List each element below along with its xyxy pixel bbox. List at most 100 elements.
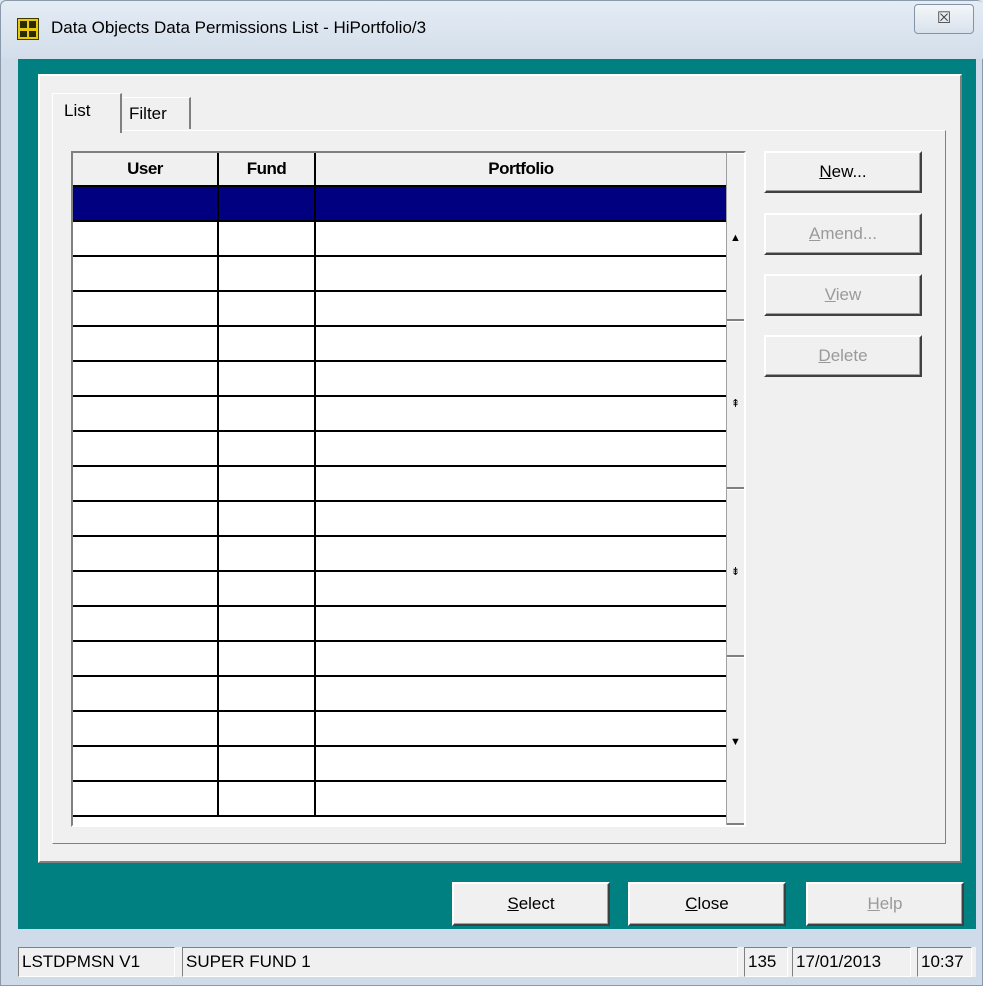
cell-fund[interactable] <box>219 747 316 780</box>
cell-user[interactable] <box>73 747 219 780</box>
title-bar[interactable]: Data Objects Data Permissions List - HiP… <box>1 1 983 59</box>
cell-user[interactable] <box>73 257 219 290</box>
close-button-mnemonic: C <box>685 894 698 913</box>
select-button[interactable]: Select <box>452 882 610 926</box>
cell-user[interactable] <box>73 187 219 220</box>
permissions-grid[interactable]: User Fund Portfolio ▲ ⇞ ⇟ ▼ <box>71 151 746 827</box>
help-button[interactable]: Help <box>806 882 964 926</box>
cell-user[interactable] <box>73 712 219 745</box>
delete-button-label: elete <box>830 346 868 365</box>
cell-user[interactable] <box>73 467 219 500</box>
cell-fund[interactable] <box>219 327 316 360</box>
table-row[interactable] <box>73 782 726 817</box>
scroll-down-button[interactable]: ▼ <box>727 657 744 825</box>
table-row[interactable] <box>73 642 726 677</box>
cell-fund[interactable] <box>219 432 316 465</box>
table-row[interactable] <box>73 467 726 502</box>
cell-user[interactable] <box>73 537 219 570</box>
scroll-up-button[interactable]: ▲ <box>727 153 744 321</box>
table-row[interactable] <box>73 187 726 222</box>
cell-fund[interactable] <box>219 362 316 395</box>
cell-portfolio[interactable] <box>316 292 726 325</box>
new-button[interactable]: New... <box>764 151 922 193</box>
column-header-portfolio[interactable]: Portfolio <box>316 153 726 185</box>
cell-user[interactable] <box>73 432 219 465</box>
cell-portfolio[interactable] <box>316 187 726 220</box>
cell-portfolio[interactable] <box>316 257 726 290</box>
cell-portfolio[interactable] <box>316 572 726 605</box>
table-row[interactable] <box>73 432 726 467</box>
cell-fund[interactable] <box>219 502 316 535</box>
view-button[interactable]: View <box>764 274 922 316</box>
tab-filter[interactable]: Filter <box>121 97 191 129</box>
cell-portfolio[interactable] <box>316 782 726 815</box>
cell-user[interactable] <box>73 607 219 640</box>
cell-fund[interactable] <box>219 712 316 745</box>
table-row[interactable] <box>73 397 726 432</box>
close-button[interactable]: Close <box>628 882 786 926</box>
status-fund: SUPER FUND 1 <box>182 947 738 977</box>
close-icon: ☒ <box>936 10 952 27</box>
column-header-user[interactable]: User <box>73 153 219 185</box>
cell-fund[interactable] <box>219 187 316 220</box>
cell-fund[interactable] <box>219 467 316 500</box>
cell-fund[interactable] <box>219 292 316 325</box>
cell-portfolio[interactable] <box>316 397 726 430</box>
scroll-page-down-button[interactable]: ⇟ <box>727 489 744 657</box>
cell-fund[interactable] <box>219 537 316 570</box>
cell-fund[interactable] <box>219 782 316 815</box>
table-row[interactable] <box>73 607 726 642</box>
cell-user[interactable] <box>73 502 219 535</box>
cell-fund[interactable] <box>219 677 316 710</box>
table-row[interactable] <box>73 327 726 362</box>
tab-list[interactable]: List <box>52 93 122 133</box>
cell-user[interactable] <box>73 642 219 675</box>
cell-portfolio[interactable] <box>316 607 726 640</box>
grid-body[interactable]: User Fund Portfolio <box>73 153 726 825</box>
cell-fund[interactable] <box>219 397 316 430</box>
arrow-up-icon: ▲ <box>730 232 741 244</box>
cell-portfolio[interactable] <box>316 502 726 535</box>
table-row[interactable] <box>73 747 726 782</box>
cell-fund[interactable] <box>219 572 316 605</box>
close-window-button[interactable]: ☒ <box>914 4 974 34</box>
cell-user[interactable] <box>73 397 219 430</box>
cell-portfolio[interactable] <box>316 642 726 675</box>
arrow-down-icon: ▼ <box>730 736 741 748</box>
cell-user[interactable] <box>73 292 219 325</box>
cell-fund[interactable] <box>219 222 316 255</box>
table-row[interactable] <box>73 677 726 712</box>
amend-button[interactable]: Amend... <box>764 213 922 255</box>
cell-fund[interactable] <box>219 257 316 290</box>
cell-user[interactable] <box>73 362 219 395</box>
cell-fund[interactable] <box>219 642 316 675</box>
table-row[interactable] <box>73 502 726 537</box>
table-row[interactable] <box>73 712 726 747</box>
cell-user[interactable] <box>73 677 219 710</box>
column-header-fund[interactable]: Fund <box>219 153 316 185</box>
cell-user[interactable] <box>73 327 219 360</box>
vertical-scrollbar[interactable]: ▲ ⇞ ⇟ ▼ <box>726 153 744 825</box>
cell-user[interactable] <box>73 222 219 255</box>
cell-user[interactable] <box>73 572 219 605</box>
cell-portfolio[interactable] <box>316 677 726 710</box>
scroll-page-up-button[interactable]: ⇞ <box>727 321 744 489</box>
cell-portfolio[interactable] <box>316 362 726 395</box>
cell-portfolio[interactable] <box>316 537 726 570</box>
table-row[interactable] <box>73 292 726 327</box>
cell-portfolio[interactable] <box>316 747 726 780</box>
table-row[interactable] <box>73 537 726 572</box>
table-row[interactable] <box>73 257 726 292</box>
cell-portfolio[interactable] <box>316 712 726 745</box>
select-button-label: elect <box>518 894 555 913</box>
cell-user[interactable] <box>73 782 219 815</box>
cell-fund[interactable] <box>219 607 316 640</box>
table-row[interactable] <box>73 362 726 397</box>
cell-portfolio[interactable] <box>316 432 726 465</box>
table-row[interactable] <box>73 572 726 607</box>
table-row[interactable] <box>73 222 726 257</box>
cell-portfolio[interactable] <box>316 327 726 360</box>
cell-portfolio[interactable] <box>316 222 726 255</box>
cell-portfolio[interactable] <box>316 467 726 500</box>
delete-button[interactable]: Delete <box>764 335 922 377</box>
